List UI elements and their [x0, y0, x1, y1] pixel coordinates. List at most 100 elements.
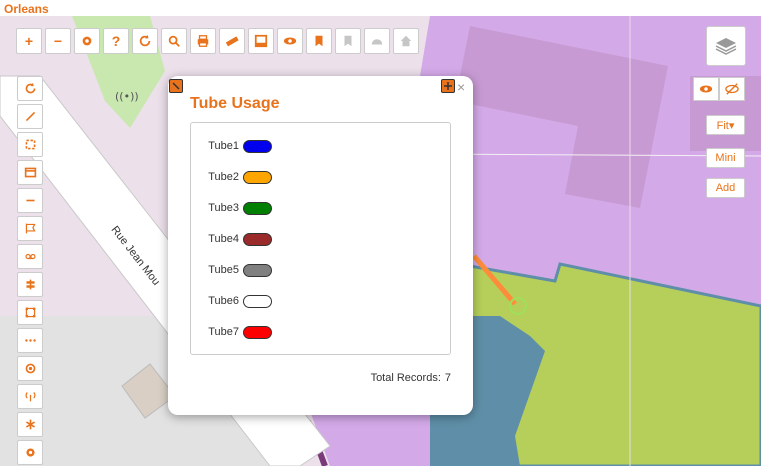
legend-label: Tube6	[208, 295, 239, 307]
layers-icon	[715, 38, 737, 55]
legend-swatch	[243, 232, 272, 246]
pin-icon[interactable]	[169, 79, 183, 93]
total-records-value: 7	[444, 372, 451, 384]
total-records-label: Total Records:	[370, 372, 441, 384]
search-icon	[168, 35, 180, 47]
legend-swatch	[243, 294, 272, 308]
antenna-button[interactable]	[17, 384, 43, 409]
legend-item: Tube3	[191, 198, 272, 218]
home-icon	[400, 35, 412, 47]
measure-button[interactable]	[219, 28, 245, 54]
line-button[interactable]	[17, 188, 43, 213]
collapse-icon	[25, 111, 35, 122]
mini-button[interactable]: Mini	[706, 148, 745, 168]
dots-icon	[24, 339, 36, 342]
popup-title: Tube Usage	[190, 95, 280, 112]
add-button[interactable]: Add	[706, 178, 745, 198]
side-toolbar	[17, 76, 43, 465]
collapse-button[interactable]	[17, 104, 43, 129]
legend-swatch	[243, 170, 272, 184]
print-icon	[197, 35, 209, 47]
help-icon: ?	[111, 33, 121, 49]
bookmark-disabled-button[interactable]	[335, 28, 361, 54]
layers-button[interactable]	[706, 26, 746, 66]
home-disabled-button[interactable]	[393, 28, 419, 54]
help-button[interactable]: ?	[103, 28, 129, 54]
zoom-in-button[interactable]: +	[16, 28, 42, 54]
app-title: Orleans	[4, 2, 49, 16]
line-icon	[25, 199, 35, 202]
signpost-button[interactable]	[17, 272, 43, 297]
antenna-icon	[24, 392, 36, 402]
legend-swatch	[243, 325, 272, 339]
frame-button[interactable]	[248, 28, 274, 54]
fit-dropdown[interactable]: Fit▾	[706, 115, 745, 135]
rotate-icon	[25, 82, 35, 94]
hide-button[interactable]	[719, 77, 745, 101]
legend-swatch	[243, 139, 272, 153]
legend-item: Tube2	[191, 167, 272, 187]
more-button[interactable]	[17, 328, 43, 353]
map-toolbar: + − ?	[16, 28, 419, 54]
legend-item: Tube6	[191, 291, 272, 311]
ruler-icon	[225, 36, 239, 47]
eye-icon	[283, 37, 297, 45]
tube-usage-popup: × Tube Usage Tube1 Tube2 Tube3 Tube4 Tub…	[168, 76, 473, 415]
table-icon	[24, 167, 36, 178]
asterisk-button[interactable]	[17, 412, 43, 437]
gear-icon	[82, 36, 92, 46]
target-icon	[25, 363, 35, 374]
cog-button[interactable]	[17, 440, 43, 465]
legend-label: Tube3	[208, 202, 239, 214]
total-records: Total Records: 7	[371, 372, 451, 384]
show-button[interactable]	[693, 77, 719, 101]
legend-swatch	[243, 201, 272, 215]
legend-label: Tube2	[208, 171, 239, 183]
polygon-button[interactable]	[17, 300, 43, 325]
bookmark-button[interactable]	[306, 28, 332, 54]
refresh-button[interactable]	[132, 28, 158, 54]
print-button[interactable]	[190, 28, 216, 54]
svg-text:((•)): ((•))	[115, 90, 139, 103]
dome-disabled-button[interactable]	[364, 28, 390, 54]
legend: Tube1 Tube2 Tube3 Tube4 Tube5 Tube6 Tube…	[190, 122, 451, 355]
legend-swatch	[243, 263, 272, 277]
view-button[interactable]	[277, 28, 303, 54]
visibility-toggle	[693, 77, 745, 101]
target-button[interactable]	[17, 356, 43, 381]
legend-item: Tube7	[191, 322, 272, 342]
bookmark-icon	[315, 35, 323, 47]
flag-button[interactable]	[17, 216, 43, 241]
legend-label: Tube5	[208, 264, 239, 276]
legend-item: Tube5	[191, 260, 272, 280]
dashed-box-icon	[25, 139, 35, 150]
settings-button[interactable]	[74, 28, 100, 54]
close-button[interactable]: ×	[457, 79, 465, 95]
asterisk-icon	[25, 419, 35, 430]
minus-icon: −	[53, 33, 63, 49]
select-box-button[interactable]	[17, 132, 43, 157]
app-window: Orleans ((•)) Rue Jean Mou + − ? Fit▾ Mi…	[0, 0, 761, 466]
signpost-icon	[25, 279, 35, 290]
search-button[interactable]	[161, 28, 187, 54]
move-icon[interactable]	[441, 79, 455, 93]
cog-icon	[25, 448, 35, 457]
table-button[interactable]	[17, 160, 43, 185]
eye-icon	[699, 85, 713, 93]
polygon-icon	[25, 307, 35, 318]
dome-icon	[371, 39, 383, 45]
frame-icon	[254, 34, 268, 48]
eye-slash-icon	[725, 83, 739, 95]
legend-item: Tube1	[191, 136, 272, 156]
cassette-button[interactable]	[17, 244, 43, 269]
legend-label: Tube7	[208, 326, 239, 338]
flag-icon	[25, 223, 36, 234]
bookmark-icon	[344, 35, 352, 47]
zoom-out-button[interactable]: −	[45, 28, 71, 54]
legend-item: Tube4	[191, 229, 272, 249]
refresh-icon	[139, 34, 151, 47]
rotate-button[interactable]	[17, 76, 43, 101]
legend-label: Tube1	[208, 140, 239, 152]
plus-icon: +	[24, 33, 34, 49]
cassette-icon	[24, 253, 36, 260]
